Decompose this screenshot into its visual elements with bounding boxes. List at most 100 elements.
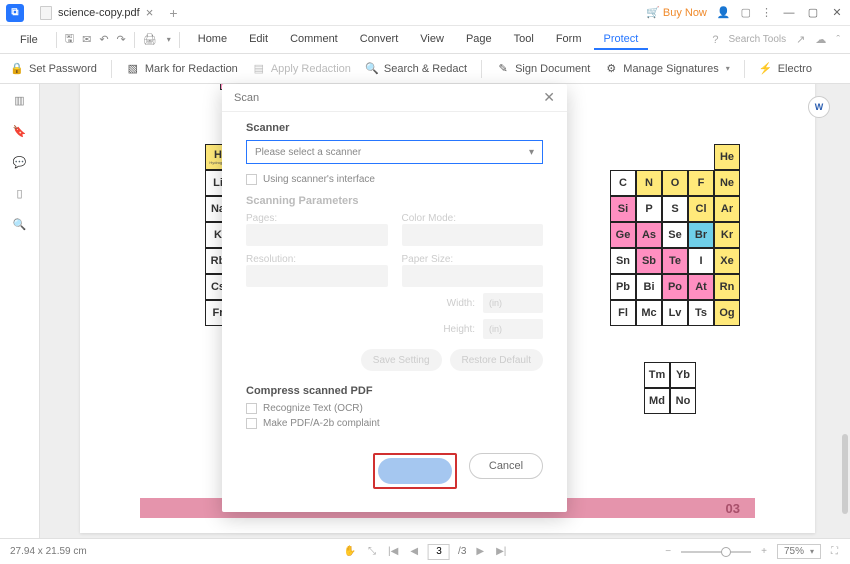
sign-document-button[interactable]: ✎Sign Document [496, 62, 590, 76]
tab-close-icon[interactable]: × [146, 5, 154, 20]
user-icon[interactable]: 👤 [717, 6, 731, 19]
select-tool-icon[interactable]: ⤡ [366, 546, 378, 557]
width-input: (in) [483, 293, 543, 313]
scan-dialog: Scan ✕ Scanner Please select a scanner ▾… [222, 84, 567, 512]
cancel-button[interactable]: Cancel [469, 453, 543, 479]
undo-icon[interactable]: ↶ [99, 33, 108, 46]
menu-file[interactable]: File [10, 31, 48, 49]
element-N: N [636, 170, 662, 196]
element-Br: Br [688, 222, 714, 248]
print-icon[interactable]: 🖨 [143, 33, 157, 46]
word-export-icon[interactable]: W [808, 96, 830, 118]
element-Kr: Kr [714, 222, 740, 248]
statusbar: 27.94 x 21.59 cm ✋ ⤡ |◀ ◀ /3 ▶ ▶| − + 75… [0, 538, 850, 564]
height-input: (in) [483, 319, 543, 339]
sign-icon: ✎ [496, 62, 510, 76]
titlebar: ⧉ science-copy.pdf × + 🛒 Buy Now 👤 ▢ ⋮ —… [0, 0, 850, 26]
scan-button-highlight [373, 453, 457, 489]
doc-icon [40, 6, 52, 20]
comment-icon[interactable]: 💬 [13, 156, 27, 169]
prev-page-button[interactable]: ◀ [408, 546, 420, 557]
first-page-button[interactable]: |◀ [386, 546, 400, 557]
ocr-checkbox[interactable]: Recognize Text (OCR) [246, 403, 543, 414]
menu-form[interactable]: Form [546, 30, 592, 50]
page-input[interactable] [428, 544, 450, 560]
zoom-select[interactable]: 75%▾ [777, 544, 821, 559]
gear-icon: ⚙ [604, 62, 618, 76]
menu-convert[interactable]: Convert [350, 30, 409, 50]
search-icon: 🔍 [365, 62, 379, 76]
element-Si: Si [610, 196, 636, 222]
scan-button[interactable] [378, 458, 452, 484]
search-redact-button[interactable]: 🔍Search & Redact [365, 62, 467, 76]
chevron-down-icon: ▾ [529, 147, 534, 158]
use-interface-checkbox[interactable]: Using scanner's interface [246, 174, 543, 185]
element-Md: Md [644, 388, 670, 414]
lock-icon: 🔒 [10, 62, 24, 76]
document-tab[interactable]: science-copy.pdf × [32, 2, 161, 23]
close-button[interactable]: ✕ [830, 6, 844, 19]
buy-now-link[interactable]: 🛒 Buy Now [646, 6, 707, 19]
menu-protect[interactable]: Protect [594, 30, 649, 50]
page-number: 03 [726, 501, 740, 516]
element-Se: Se [662, 222, 688, 248]
tab-title: science-copy.pdf [58, 7, 140, 19]
attach-icon[interactable]: ▯ [16, 187, 22, 200]
scanner-label: Scanner [246, 122, 543, 134]
colormode-select [402, 224, 544, 246]
chevron-up-icon[interactable]: ˆ [836, 34, 840, 46]
set-password-button[interactable]: 🔒Set Password [10, 62, 97, 76]
maximize-button[interactable]: ▢ [806, 6, 820, 19]
pdfa-checkbox[interactable]: Make PDF/A-2b complaint [246, 418, 543, 429]
element-Cl: Cl [688, 196, 714, 222]
electro-button[interactable]: ⚡Electro [759, 62, 812, 76]
zoom-in-button[interactable]: + [759, 546, 769, 557]
last-page-button[interactable]: ▶| [494, 546, 508, 557]
menu-view[interactable]: View [410, 30, 454, 50]
compress-label: Compress scanned PDF [246, 385, 543, 397]
element-P: P [636, 196, 662, 222]
dialog-title: Scan [234, 92, 259, 104]
save-icon[interactable]: 🖫 [65, 30, 74, 49]
help-icon[interactable]: ? [712, 34, 718, 46]
notify-icon[interactable]: ▢ [741, 6, 751, 19]
zoom-out-button[interactable]: − [663, 546, 673, 557]
thumbnails-icon[interactable]: ▥ [14, 94, 24, 107]
fit-page-icon[interactable]: ⛶ [829, 546, 840, 557]
manage-signatures-button[interactable]: ⚙Manage Signatures▾ [604, 62, 729, 76]
left-sidebar: ▥ 🔖 💬 ▯ 🔍 [0, 84, 40, 538]
element-Ne: Ne [714, 170, 740, 196]
menu-page[interactable]: Page [456, 30, 502, 50]
hand-tool-icon[interactable]: ✋ [342, 546, 358, 557]
element-He: He [714, 144, 740, 170]
scanner-select[interactable]: Please select a scanner ▾ [246, 140, 543, 164]
share-icon[interactable]: ↗ [796, 33, 805, 46]
bookmark-icon[interactable]: 🔖 [13, 125, 27, 138]
minimize-button[interactable]: — [782, 7, 796, 19]
papersize-select [402, 265, 544, 287]
menu-edit[interactable]: Edit [239, 30, 278, 50]
menu-home[interactable]: Home [188, 30, 237, 50]
next-page-button[interactable]: ▶ [474, 546, 486, 557]
element-Sn: Sn [610, 248, 636, 274]
redo-icon[interactable]: ↷ [117, 33, 126, 46]
kebab-icon[interactable]: ⋮ [761, 6, 772, 19]
element-S: S [662, 196, 688, 222]
page-dimensions: 27.94 x 21.59 cm [10, 546, 87, 557]
element-Rn: Rn [714, 274, 740, 300]
zoom-slider[interactable] [681, 551, 751, 553]
mail-icon[interactable]: ✉ [82, 33, 91, 46]
tab-add-button[interactable]: + [169, 5, 177, 21]
menu-comment[interactable]: Comment [280, 30, 348, 50]
element-C: C [610, 170, 636, 196]
menu-tool[interactable]: Tool [504, 30, 544, 50]
cloud-icon[interactable]: ☁ [815, 33, 826, 46]
dialog-close-icon[interactable]: ✕ [543, 89, 555, 106]
mark-redaction-button[interactable]: ▧Mark for Redaction [126, 62, 238, 76]
search-tools[interactable]: Search Tools [728, 34, 786, 45]
scanning-params-label: Scanning Parameters [246, 195, 543, 207]
scrollbar[interactable] [842, 434, 848, 514]
protect-toolbar: 🔒Set Password ▧Mark for Redaction ▤Apply… [0, 54, 850, 84]
resolution-select [246, 265, 388, 287]
search-side-icon[interactable]: 🔍 [13, 218, 27, 231]
